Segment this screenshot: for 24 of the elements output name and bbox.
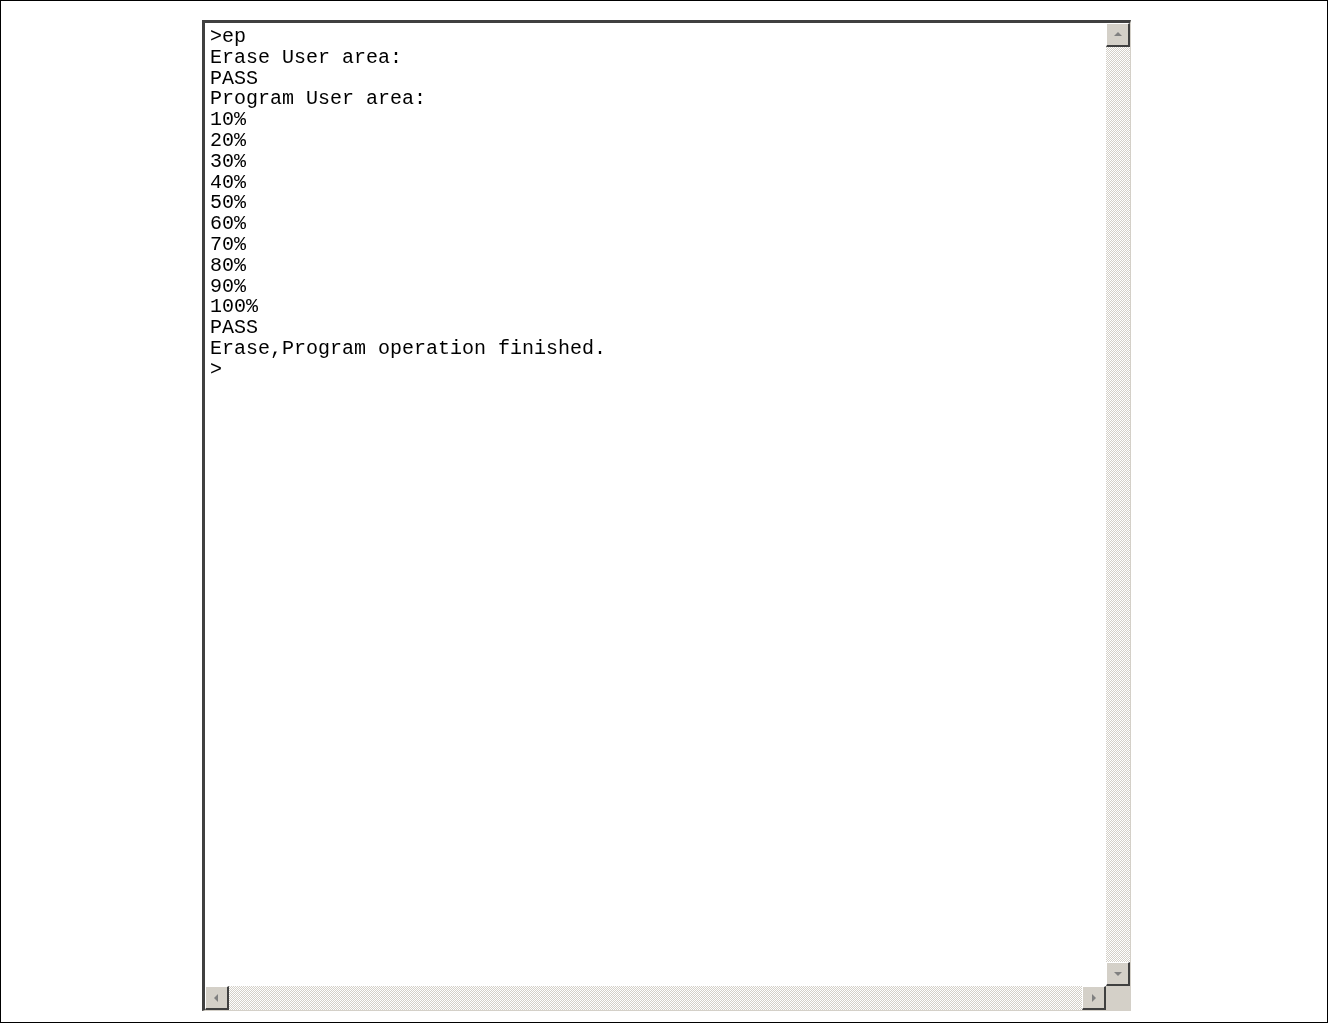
output-line: PASS (210, 318, 259, 339)
horizontal-scrollbar[interactable] (205, 986, 1106, 1010)
output-line: 80% (210, 255, 247, 277)
output-line: 20% (210, 131, 247, 152)
output-line: 70% (210, 234, 247, 256)
output-line: 30% (210, 151, 247, 173)
output-line: 60% (210, 214, 247, 235)
scroll-down-button[interactable] (1106, 962, 1130, 986)
output-line: >ep (210, 27, 247, 48)
output-line: Erase,Program operation finished. (210, 338, 608, 360)
output-line: Erase User area: (210, 47, 404, 69)
output-line: > (210, 359, 222, 381)
output-line: 10% (210, 110, 247, 131)
scrollbar-corner (1106, 986, 1130, 1010)
scroll-right-button[interactable] (1082, 986, 1106, 1010)
output-line: Program User area: (210, 89, 428, 111)
output-line: 40% (210, 172, 247, 194)
scroll-up-button[interactable] (1106, 23, 1130, 47)
output-line: 100% (210, 297, 259, 319)
output-line: PASS (210, 68, 259, 90)
scroll-left-button[interactable] (205, 986, 229, 1010)
vertical-scrollbar[interactable] (1106, 23, 1130, 986)
output-line: 50% (210, 193, 247, 215)
output-line: 90% (210, 276, 247, 298)
